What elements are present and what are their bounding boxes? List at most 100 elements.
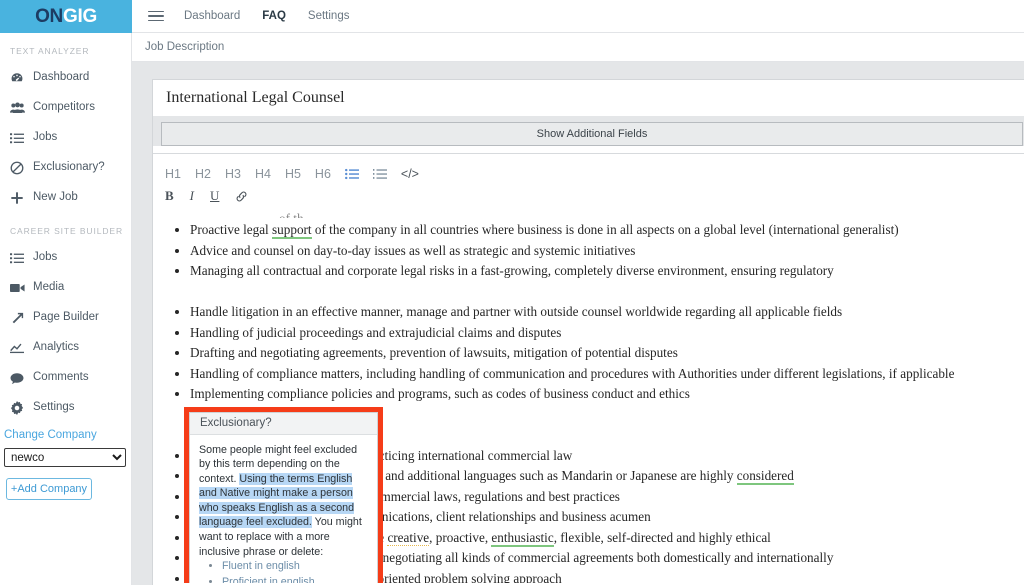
sidebar-item-new-job[interactable]: New Job xyxy=(0,183,131,213)
toolbar-row-format: B I U xyxy=(165,185,1024,207)
logo-text-gig: GIG xyxy=(63,6,97,27)
list-item: Handling of judicial proceedings and ext… xyxy=(190,323,1017,344)
list-item: Drafting and negotiating agreements, pre… xyxy=(190,343,1017,364)
sidebar-item-jobs[interactable]: Jobs xyxy=(0,123,131,153)
nav-link-settings[interactable]: Settings xyxy=(308,10,350,22)
heading-3-button[interactable]: H3 xyxy=(225,167,241,181)
sidebar-item-label: Media xyxy=(33,282,64,294)
sidebar-item-csb-jobs[interactable]: Jobs xyxy=(0,243,131,273)
panel-inner: Show Additional Fields xyxy=(153,116,1024,146)
show-additional-fields-button[interactable]: Show Additional Fields xyxy=(161,122,1023,146)
responsibilities-list-2: Handle litigation in an effective manner… xyxy=(167,302,1017,405)
plus-icon xyxy=(10,191,27,205)
bold-button[interactable]: B xyxy=(165,188,174,204)
heading-1-button[interactable]: H1 xyxy=(165,167,181,181)
line-text: Advice and counsel on day-to-day issues … xyxy=(190,243,635,258)
sidebar: ONGIG TEXT ANALYZER Dashboard Competitor… xyxy=(0,0,132,585)
popup-body: Some people might feel excluded by this … xyxy=(190,435,377,584)
list-item: Advice and counsel on day-to-day issues … xyxy=(190,241,1017,262)
sidebar-item-media[interactable]: Media xyxy=(0,273,131,303)
popup-title: Exclusionary? xyxy=(190,413,377,435)
list-item: Implementing compliance policies and pro… xyxy=(190,384,1017,405)
sidebar-item-label: New Job xyxy=(33,192,78,204)
heading-2-button[interactable]: H2 xyxy=(195,167,211,181)
sidebar-item-dashboard[interactable]: Dashboard xyxy=(0,63,131,93)
editor-toolbar: H1 H2 H3 H4 H5 H6 </> xyxy=(153,154,1024,209)
sidebar-item-label: Analytics xyxy=(33,342,79,354)
flagged-word-creative[interactable]: creative xyxy=(387,530,429,546)
list-icon xyxy=(10,132,27,145)
line-text: Handling of judicial proceedings and ext… xyxy=(190,325,561,340)
sidebar-item-comments[interactable]: Comments xyxy=(0,363,131,393)
users-icon xyxy=(10,101,27,115)
change-company-link[interactable]: Change Company xyxy=(0,423,131,446)
job-title-field[interactable]: International Legal Counsel xyxy=(153,80,1024,116)
line-text: Handle litigation in an effective manner… xyxy=(190,304,842,319)
company-select[interactable]: newco xyxy=(4,448,126,467)
suggestion-proficient-in-english[interactable]: Proficient in english xyxy=(222,576,315,583)
sidebar-item-competitors[interactable]: Competitors xyxy=(0,93,131,123)
app-logo[interactable]: ONGIG xyxy=(0,0,132,33)
top-navbar: Dashboard FAQ Settings xyxy=(132,0,1024,33)
sidebar-item-label: Jobs xyxy=(33,252,57,264)
underline-button[interactable]: U xyxy=(210,188,219,204)
gauge-icon xyxy=(10,71,27,85)
heading-6-button[interactable]: H6 xyxy=(315,167,331,181)
line-text: , proactive, xyxy=(429,530,491,545)
numbered-list-icon[interactable] xyxy=(373,168,387,180)
sidebar-item-label: Page Builder xyxy=(33,312,99,324)
line-text: Drafting and negotiating agreements, pre… xyxy=(190,345,678,360)
list-item: Proficient in english xyxy=(222,575,368,583)
chart-icon xyxy=(10,342,27,354)
heading-4-button[interactable]: H4 xyxy=(255,167,271,181)
sidebar-item-label: Settings xyxy=(33,402,75,414)
list-item: Fluent in english xyxy=(222,559,368,574)
comment-icon xyxy=(10,372,27,385)
content-area: International Legal Counsel Show Additio… xyxy=(132,62,1024,585)
sidebar-item-label: Comments xyxy=(33,372,89,384)
suggestion-fluent-in-english[interactable]: Fluent in english xyxy=(222,560,300,572)
bulleted-list-icon[interactable] xyxy=(345,168,359,180)
sidebar-item-page-builder[interactable]: Page Builder xyxy=(0,303,131,333)
logo-text-on: ON xyxy=(35,6,63,27)
popup-suggestions-list: Fluent in english Proficient in english … xyxy=(199,559,368,583)
line-text: Proactive legal xyxy=(190,222,272,237)
page-title: International Legal Counsel xyxy=(166,89,345,107)
flagged-word-enthusiastic[interactable]: enthusiastic xyxy=(491,530,553,547)
list-item: Managing all contractual and corporate l… xyxy=(190,261,1017,282)
nav-link-faq[interactable]: FAQ xyxy=(262,10,286,22)
sidebar-item-exclusionary[interactable]: Exclusionary? xyxy=(0,153,131,183)
add-company-button[interactable]: +Add Company xyxy=(6,478,92,500)
flagged-word-support[interactable]: support xyxy=(272,222,312,239)
sidebar-item-analytics[interactable]: Analytics xyxy=(0,333,131,363)
flagged-word-considered[interactable]: considered xyxy=(737,468,794,485)
job-panel: International Legal Counsel Show Additio… xyxy=(152,79,1024,585)
line-text: Implementing compliance policies and pro… xyxy=(190,386,690,401)
sidebar-item-settings[interactable]: Settings xyxy=(0,393,131,423)
line-text: Handling of compliance matters, includin… xyxy=(190,366,954,381)
nav-link-dashboard[interactable]: Dashboard xyxy=(184,10,240,22)
sidebar-section-text-analyzer: TEXT ANALYZER xyxy=(0,33,131,63)
arrow-up-right-icon xyxy=(10,311,27,325)
breadcrumb-label: Job Description xyxy=(145,41,224,53)
list-item: Handling of compliance matters, includin… xyxy=(190,364,1017,385)
exclusionary-popup-highlight-frame: Exclusionary? Some people might feel exc… xyxy=(184,407,383,583)
sidebar-item-label: Competitors xyxy=(33,102,95,114)
app-root: ONGIG TEXT ANALYZER Dashboard Competitor… xyxy=(0,0,1024,585)
heading-5-button[interactable]: H5 xyxy=(285,167,301,181)
sidebar-section-career-site-builder: CAREER SITE BUILDER xyxy=(0,213,131,243)
gear-icon xyxy=(10,401,27,415)
code-block-button[interactable]: </> xyxy=(401,167,419,181)
job-description-body[interactable]: ...........................of th........… xyxy=(153,209,1024,583)
spacer xyxy=(167,282,1017,303)
sidebar-item-label: Exclusionary? xyxy=(33,162,105,174)
clipped-text-line: ...........................of th........… xyxy=(167,209,1017,218)
line-text: Managing all contractual and corporate l… xyxy=(190,263,834,278)
breadcrumb: Job Description xyxy=(132,33,1024,62)
responsibilities-list-1: Proactive legal support of the company i… xyxy=(167,220,1017,282)
italic-button[interactable]: I xyxy=(190,188,194,204)
sidebar-item-label: Jobs xyxy=(33,132,57,144)
hamburger-menu-icon[interactable] xyxy=(148,8,164,25)
link-icon[interactable] xyxy=(235,190,248,203)
line-text: , flexible, self-directed and highly eth… xyxy=(554,530,771,545)
